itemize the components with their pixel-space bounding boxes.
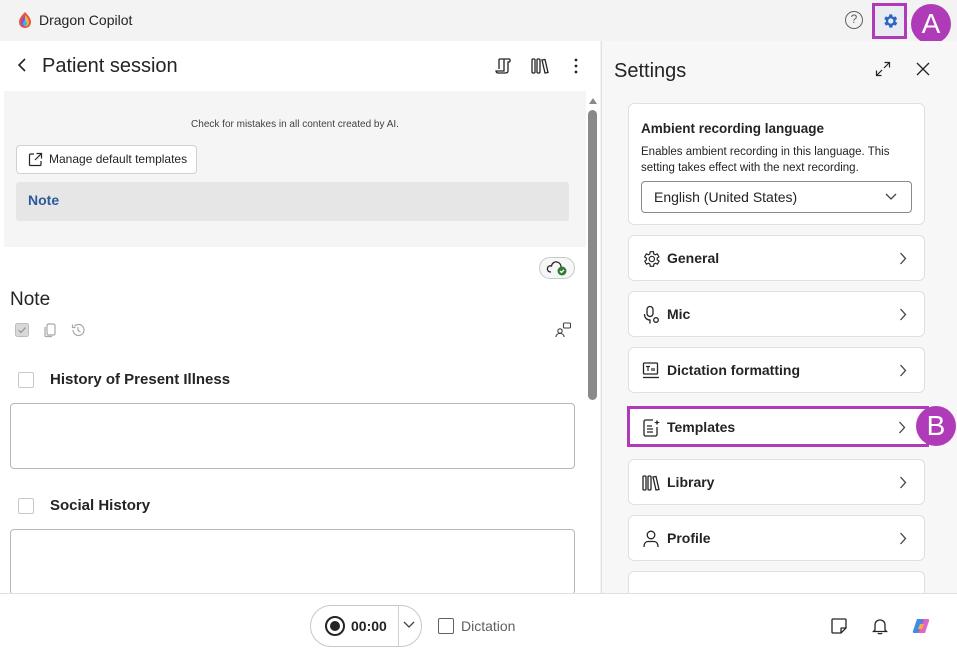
ambient-language-title: Ambient recording language bbox=[641, 121, 825, 136]
section-title-social-history: Social History bbox=[50, 497, 151, 514]
settings-item-profile[interactable]: Profile bbox=[628, 515, 925, 561]
person-icon bbox=[643, 530, 659, 548]
expand-icon[interactable] bbox=[875, 61, 891, 77]
chevron-right-icon bbox=[900, 308, 907, 321]
session-header: Patient session bbox=[0, 41, 600, 91]
manage-templates-label: Manage default templates bbox=[49, 152, 188, 166]
section-checkbox-hpi[interactable] bbox=[18, 372, 34, 388]
cloud-check-icon bbox=[546, 261, 567, 276]
library-icon[interactable] bbox=[530, 56, 550, 76]
settings-item-label: Dictation formatting bbox=[667, 362, 800, 378]
patient-session-panel: Patient session Check for mistakes in al… bbox=[0, 41, 600, 593]
settings-item-label: Library bbox=[667, 474, 715, 490]
settings-item-mic[interactable]: Mic bbox=[628, 291, 925, 337]
more-options-icon[interactable] bbox=[566, 56, 586, 76]
settings-item-library[interactable]: Library bbox=[628, 459, 925, 505]
chevron-right-icon bbox=[900, 252, 907, 265]
ai-disclaimer: Check for mistakes in all content create… bbox=[191, 119, 399, 130]
dictation-label: Dictation bbox=[461, 618, 516, 634]
chevron-right-icon bbox=[900, 364, 907, 377]
template-banner: Check for mistakes in all content create… bbox=[4, 91, 586, 247]
tab-note[interactable]: Note bbox=[16, 182, 569, 221]
settings-title: Settings bbox=[614, 60, 687, 82]
script-icon[interactable] bbox=[494, 56, 514, 76]
settings-gear-icon bbox=[883, 14, 897, 28]
dictation-checkbox[interactable] bbox=[438, 618, 454, 634]
chevron-down-icon bbox=[885, 193, 897, 200]
dictation-formatting-icon bbox=[642, 362, 659, 379]
chevron-right-icon bbox=[900, 476, 907, 489]
settings-item-general[interactable]: General bbox=[628, 235, 925, 281]
settings-button[interactable] bbox=[872, 3, 907, 39]
bottom-toolbar: 00:00 Dictation bbox=[0, 593, 957, 652]
history-icon[interactable] bbox=[70, 322, 86, 338]
settings-item-label: Templates bbox=[667, 419, 736, 435]
section-textarea-social-history[interactable] bbox=[10, 529, 575, 593]
manage-default-templates-button[interactable]: Manage default templates bbox=[16, 145, 197, 174]
library-icon bbox=[642, 475, 660, 491]
scrollbar-thumb[interactable] bbox=[588, 110, 597, 400]
callout-b: B bbox=[916, 406, 956, 446]
feedback-people-icon[interactable] bbox=[555, 322, 571, 338]
notification-bell-icon[interactable] bbox=[870, 616, 890, 636]
title-bar: Dragon Copilot ? bbox=[0, 0, 957, 41]
language-selected-value: English (United States) bbox=[654, 189, 798, 205]
back-icon[interactable] bbox=[14, 56, 32, 74]
cloud-sync-status bbox=[539, 257, 575, 279]
section-title-hpi: History of Present Illness bbox=[50, 371, 231, 388]
mic-settings-icon bbox=[643, 305, 659, 324]
help-icon[interactable]: ? bbox=[845, 11, 863, 29]
templates-icon bbox=[643, 419, 660, 437]
language-select[interactable]: English (United States) bbox=[641, 181, 912, 213]
chevron-right-icon bbox=[900, 532, 907, 545]
note-heading: Note bbox=[10, 289, 51, 310]
close-icon[interactable] bbox=[915, 61, 931, 77]
gear-icon bbox=[643, 251, 660, 267]
section-checkbox-social-history[interactable] bbox=[18, 498, 34, 514]
settings-item-label: Mic bbox=[667, 306, 691, 322]
app-title: Dragon Copilot bbox=[39, 12, 133, 28]
settings-item-templates[interactable]: Templates bbox=[627, 406, 929, 447]
copilot-icon[interactable] bbox=[911, 616, 931, 636]
select-all-checkbox-icon[interactable] bbox=[14, 322, 30, 338]
callout-a: A bbox=[911, 4, 951, 44]
settings-item-label: General bbox=[667, 250, 720, 266]
settings-item-label: Profile bbox=[667, 530, 711, 546]
ambient-language-card: Ambient recording language Enables ambie… bbox=[628, 103, 925, 225]
recording-timer: 00:00 bbox=[351, 618, 387, 634]
record-button[interactable]: 00:00 bbox=[311, 606, 399, 646]
copy-icon[interactable] bbox=[42, 322, 58, 338]
chevron-right-icon bbox=[899, 421, 906, 434]
settings-item-dictation-formatting[interactable]: Dictation formatting bbox=[628, 347, 925, 393]
chevron-down-icon[interactable] bbox=[403, 621, 415, 629]
settings-panel: Settings Ambient recording language Enab… bbox=[601, 41, 957, 593]
ambient-language-description: Enables ambient recording in this langua… bbox=[641, 146, 890, 174]
page-title: Patient session bbox=[42, 55, 178, 77]
sticky-note-icon[interactable] bbox=[829, 616, 849, 636]
scroll-up-arrow[interactable] bbox=[589, 98, 597, 104]
settings-item-partial[interactable] bbox=[628, 571, 925, 593]
recording-control: 00:00 bbox=[310, 605, 422, 647]
dragon-copilot-logo-icon bbox=[19, 12, 31, 28]
record-icon bbox=[325, 616, 345, 636]
open-external-icon bbox=[28, 152, 43, 167]
section-textarea-hpi[interactable] bbox=[10, 403, 575, 469]
